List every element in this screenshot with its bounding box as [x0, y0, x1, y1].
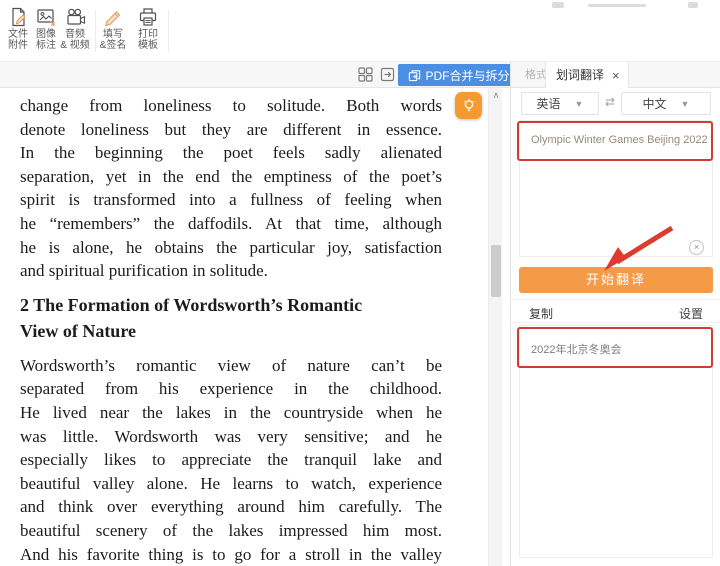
tab-word-translate[interactable]: 划词翻译 ×	[545, 62, 629, 88]
titlebar-slider	[588, 4, 646, 7]
secondary-toolbar: PDF合并与拆分	[0, 62, 510, 88]
target-language-value: 中文	[643, 95, 667, 112]
text-line: Wordsworth’s romantic view of nature can…	[20, 354, 442, 378]
merge-split-label: PDF合并与拆分	[425, 67, 509, 84]
document-page: change from loneliness to solitude. Both…	[20, 94, 442, 566]
pdf-editor-window: 文件 附件 图像 标注 音频 & 视频	[0, 0, 720, 566]
text-line: separation, yet in the end the emptiness…	[20, 165, 442, 189]
panel-tab-bar: 格式 划词翻译 ×	[511, 62, 720, 88]
text-line: And his favorite thing is to go for a st…	[20, 543, 442, 566]
main-toolbar: 文件 附件 图像 标注 音频 & 视频	[0, 0, 720, 62]
settings-button[interactable]: 设置	[679, 305, 703, 322]
audio-video-icon	[64, 6, 86, 28]
toolbar-label: 音频	[58, 29, 92, 40]
text-line: he is alone, he obtains the particular j…	[20, 236, 442, 260]
result-actions-row: 复制 设置	[511, 299, 720, 323]
toolbar-label: 填写	[96, 29, 130, 40]
source-language-select[interactable]: 英语 ▼	[521, 92, 599, 115]
text-line: change from loneliness to solitude. Both…	[20, 94, 442, 118]
tab-close-icon[interactable]: ×	[612, 69, 620, 82]
text-line: was little. Wordsworth was very sensitiv…	[20, 425, 442, 449]
text-line: separated from his experience in the chi…	[20, 377, 442, 401]
toolbar-item-print-template[interactable]: 打印 模板	[131, 6, 165, 51]
start-translate-button[interactable]: 开始翻译	[519, 267, 713, 293]
toolbar-item-audio-video[interactable]: 音频 & 视频	[58, 6, 92, 51]
toolbar-label: 打印	[131, 29, 165, 40]
image-annotation-icon	[35, 6, 57, 28]
text-line: He lived near the lakes in the countrysi…	[20, 401, 442, 425]
heading-line: 2 The Formation of Wordsworth’s Romantic	[20, 292, 442, 318]
text-line: spirit is transformed into a fullness of…	[20, 188, 442, 212]
language-selector-row: 英语 ▼ ⇄ 中文 ▼	[511, 92, 720, 116]
lightbulb-icon	[461, 98, 477, 114]
tip-lightbulb-button[interactable]	[455, 92, 482, 119]
document-viewport[interactable]: change from loneliness to solitude. Both…	[0, 88, 510, 566]
text-line: beautiful scenery of the lakes impressed…	[20, 519, 442, 543]
tab-word-translate-label: 划词翻译	[556, 63, 604, 88]
swap-languages-icon[interactable]: ⇄	[601, 95, 619, 109]
scroll-up-arrow[interactable]: ∧	[489, 90, 503, 101]
clear-text-button[interactable]: ×	[689, 240, 704, 255]
source-language-value: 英语	[537, 95, 561, 112]
translation-result-area	[519, 325, 713, 558]
copy-button[interactable]: 复制	[529, 305, 553, 322]
translate-panel: 格式 划词翻译 × 英语 ▼ ⇄ 中文 ▼ × 开始翻译 复制 设置	[510, 62, 720, 566]
text-line: denote loneliness but they are different…	[20, 118, 442, 142]
titlebar-icon	[688, 2, 698, 8]
merge-split-icon	[408, 69, 421, 82]
page-view-icon[interactable]	[379, 66, 396, 83]
document-scrollbar[interactable]: ∧	[488, 88, 502, 566]
heading-line: View of Nature	[20, 318, 442, 344]
toolbar-label: &签名	[96, 40, 130, 51]
paragraph: Wordsworth’s romantic view of nature can…	[20, 354, 442, 566]
toolbar-label: & 视频	[58, 40, 92, 51]
text-line: and think over everything around him car…	[20, 495, 442, 519]
print-template-icon	[137, 6, 159, 28]
fill-sign-icon	[102, 6, 124, 28]
toolbar-divider	[168, 10, 169, 52]
chevron-down-icon: ▼	[681, 99, 690, 109]
toolbar-item-fill-sign[interactable]: 填写 &签名	[96, 6, 130, 51]
file-attachment-icon	[7, 6, 29, 28]
text-line: he “remembers” the daffodils. At that ti…	[20, 212, 442, 236]
section-heading: 2 The Formation of Wordsworth’s Romantic…	[20, 292, 442, 344]
titlebar-icon	[552, 2, 564, 8]
text-line: and spiritual purification in solitude.	[20, 259, 442, 283]
paragraph: change from loneliness to solitude. Both…	[20, 94, 442, 283]
toolbar-label: 模板	[131, 40, 165, 51]
grid-view-icon[interactable]	[357, 66, 374, 83]
scrollbar-thumb[interactable]	[491, 245, 501, 297]
chevron-down-icon: ▼	[575, 99, 584, 109]
pdf-merge-split-button[interactable]: PDF合并与拆分	[398, 64, 520, 86]
text-line: beautiful valley alone. He learns to wat…	[20, 472, 442, 496]
text-line: especially likes to appreciate the tranq…	[20, 448, 442, 472]
text-line: In the beginning the poet feels sadly al…	[20, 141, 442, 165]
source-text-area[interactable]	[519, 120, 713, 257]
target-language-select[interactable]: 中文 ▼	[621, 92, 711, 115]
